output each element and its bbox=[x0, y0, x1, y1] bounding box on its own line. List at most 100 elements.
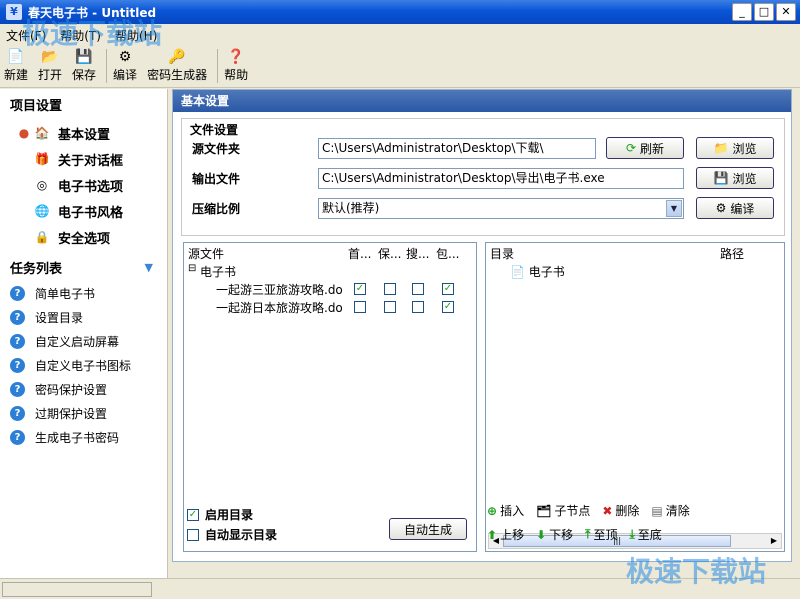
task-password-protection[interactable]: ? 密码保护设置 bbox=[0, 377, 167, 401]
nav-basic-settings[interactable]: ● 🏠 基本设置 bbox=[0, 120, 167, 146]
compress-ratio-label: 压缩比例 bbox=[192, 201, 241, 216]
refresh-button[interactable]: ⟳ 刷新 bbox=[606, 137, 684, 159]
menu-help[interactable]: 帮助(H) bbox=[115, 27, 157, 44]
task-custom-icon[interactable]: ? 自定义电子书图标 bbox=[0, 353, 167, 377]
document-icon: 📄 bbox=[510, 265, 525, 279]
save-icon: 💾 bbox=[713, 171, 729, 185]
child-node-icon: 🗂 bbox=[536, 503, 552, 518]
move-down-button[interactable]: ⬇ 下移 bbox=[536, 526, 573, 543]
output-file-label: 输出文件 bbox=[192, 171, 241, 186]
clear-icon: ▤ bbox=[651, 503, 663, 518]
task-set-toc[interactable]: ? 设置目录 bbox=[0, 305, 167, 329]
window-title: 春天电子书 - Untitled bbox=[28, 5, 157, 20]
move-bottom-button[interactable]: ⤓ 至底 bbox=[629, 526, 661, 543]
task-list-header[interactable]: 任务列表 ▼ bbox=[0, 254, 167, 281]
move-up-button[interactable]: ⬆ 上移 bbox=[487, 526, 524, 543]
gift-icon: 🎁 bbox=[34, 152, 50, 166]
checkbox-search[interactable] bbox=[412, 283, 424, 295]
nav-ebook-style[interactable]: 🌐 电子书风格 bbox=[0, 198, 167, 224]
move-top-button[interactable]: ⤒ 至顶 bbox=[585, 526, 617, 543]
enable-toc-option[interactable]: ✓ 启用目录 bbox=[187, 506, 253, 523]
password-generator-button[interactable]: 🔑 密码生成器 bbox=[147, 48, 207, 83]
checkbox-include[interactable]: ✓ bbox=[442, 283, 454, 295]
table-row[interactable]: 一起游日本旅游攻略.do ✓ bbox=[184, 299, 476, 317]
arrow-top-icon: ⤒ bbox=[585, 527, 591, 541]
open-folder-icon: 📂 bbox=[41, 49, 59, 65]
file-settings-group: 文件设置 源文件夹 C:\Users\Administrator\Desktop… bbox=[181, 118, 785, 236]
table-row[interactable]: 一起游三亚旅游攻略.do ✓ ✓ bbox=[184, 281, 476, 299]
folder-icon: 📁 bbox=[713, 141, 729, 155]
source-folder-input[interactable]: C:\Users\Administrator\Desktop\下载\ bbox=[318, 137, 596, 159]
child-node-button[interactable]: 🗂 子节点 bbox=[536, 502, 590, 519]
browse-source-button[interactable]: 📁 浏览 bbox=[696, 137, 774, 159]
auto-generate-button[interactable]: 自动生成 bbox=[389, 518, 467, 540]
task-custom-splash[interactable]: ? 自定义启动屏幕 bbox=[0, 329, 167, 353]
checkbox-save[interactable] bbox=[384, 283, 396, 295]
checkbox-first[interactable] bbox=[354, 301, 366, 313]
dropdown-arrow-icon[interactable]: ▼ bbox=[666, 199, 682, 217]
clear-button[interactable]: ▤ 清除 bbox=[651, 502, 689, 519]
checkbox-search[interactable] bbox=[412, 301, 424, 313]
task-expiry-protection[interactable]: ? 过期保护设置 bbox=[0, 401, 167, 425]
source-folder-label: 源文件夹 bbox=[192, 141, 241, 156]
close-button[interactable]: ✕ bbox=[776, 3, 796, 21]
toolbar-separator bbox=[217, 49, 219, 83]
globe-icon: 🌐 bbox=[34, 204, 50, 218]
nav-security-options[interactable]: 🔒 安全选项 bbox=[0, 224, 167, 250]
help-icon: ❓ bbox=[227, 49, 245, 65]
project-settings-title: 项目设置 bbox=[10, 99, 63, 114]
question-icon: ? bbox=[10, 285, 25, 301]
task-generate-password[interactable]: ? 生成电子书密码 bbox=[0, 425, 167, 449]
key-icon: 🔑 bbox=[168, 49, 186, 65]
tree-root[interactable]: ⊟ 电子书 bbox=[184, 263, 476, 281]
toolbar-separator bbox=[106, 49, 108, 83]
status-bar bbox=[0, 578, 800, 599]
nav-ebook-options[interactable]: ◎ 电子书选项 bbox=[0, 172, 167, 198]
compile-button[interactable]: ⚙ 编译 bbox=[113, 48, 137, 83]
title-bar: ¥ 春天电子书 - Untitled _ □ ✕ bbox=[0, 0, 800, 24]
refresh-icon: ⟳ bbox=[625, 141, 637, 155]
collapse-arrow-icon[interactable]: ▼ bbox=[145, 261, 153, 274]
insert-button[interactable]: ⊕ 插入 bbox=[487, 502, 524, 519]
output-file-input[interactable]: C:\Users\Administrator\Desktop\导出\电子书.ex… bbox=[318, 167, 684, 189]
enable-toc-checkbox[interactable]: ✓ bbox=[187, 508, 199, 521]
options-icon: ◎ bbox=[36, 178, 48, 192]
status-segment bbox=[2, 582, 152, 597]
question-icon: ? bbox=[10, 381, 25, 397]
compile-main-button[interactable]: ⚙ 编译 bbox=[696, 197, 774, 219]
auto-show-toc-checkbox[interactable] bbox=[187, 528, 199, 541]
task-simple-ebook[interactable]: ? 简单电子书 bbox=[0, 281, 167, 305]
new-button[interactable]: 📄 新建 bbox=[4, 48, 28, 83]
sidebar: 项目设置 ● 🏠 基本设置 🎁 关于对话框 ◎ 电子书选项 🌐 电子书风格 🔒 安全选项 任… bbox=[0, 89, 168, 579]
help-button[interactable]: ❓ 帮助 bbox=[224, 48, 248, 83]
compile-icon: ⚙ bbox=[118, 49, 132, 65]
browse-output-button[interactable]: 💾 浏览 bbox=[696, 167, 774, 189]
maximize-button[interactable]: □ bbox=[754, 3, 774, 21]
delete-button[interactable]: ✖ 删除 bbox=[602, 502, 639, 519]
toc-root[interactable]: 📄 电子书 bbox=[494, 263, 565, 280]
save-button[interactable]: 💾 保存 bbox=[72, 48, 96, 83]
checkbox-first[interactable]: ✓ bbox=[354, 283, 366, 295]
toc-toolbar-row2: ⬆ 上移 ⬇ 下移 ⤒ 至顶 ⤓ 至底 bbox=[487, 526, 662, 543]
new-file-icon: 📄 bbox=[7, 49, 25, 65]
checkbox-include[interactable]: ✓ bbox=[442, 301, 454, 313]
toc-toolbar-row1: ⊕ 插入 🗂 子节点 ✖ 删除 ▤ 清除 bbox=[487, 502, 690, 519]
menu-tools[interactable]: 帮助(T) bbox=[60, 27, 101, 44]
menu-bar: 文件(F) 帮助(T) 帮助(H) bbox=[0, 24, 800, 46]
nav-about-dialog[interactable]: 🎁 关于对话框 bbox=[0, 146, 167, 172]
compress-ratio-select[interactable]: 默认(推荐) ▼ bbox=[318, 197, 684, 219]
source-list-header: 源文件 首... 保... 搜... 包... bbox=[188, 247, 460, 261]
auto-show-toc-option[interactable]: 自动显示目录 bbox=[187, 526, 277, 543]
arrow-bottom-icon: ⤓ bbox=[629, 527, 635, 541]
question-icon: ? bbox=[10, 429, 25, 445]
home-icon: 🏠 bbox=[34, 126, 50, 140]
checkbox-save[interactable] bbox=[384, 301, 396, 313]
question-icon: ? bbox=[10, 309, 25, 325]
question-icon: ? bbox=[10, 357, 25, 373]
minimize-button[interactable]: _ bbox=[732, 3, 752, 21]
menu-file[interactable]: 文件(F) bbox=[6, 27, 46, 44]
collapse-box-icon[interactable]: ⊟ bbox=[188, 263, 196, 274]
open-button[interactable]: 📂 打开 bbox=[38, 48, 62, 83]
question-icon: ? bbox=[10, 333, 25, 349]
scroll-right-icon[interactable]: ▶ bbox=[767, 534, 781, 548]
